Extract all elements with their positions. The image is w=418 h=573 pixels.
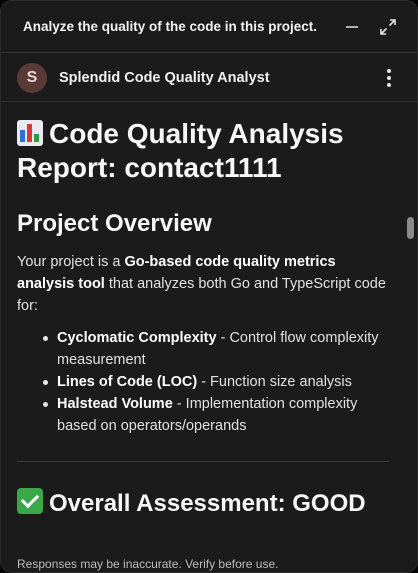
assessment-heading: Overall Assessment: GOOD xyxy=(17,488,389,519)
disclaimer-footer: Responses may be inaccurate. Verify befo… xyxy=(1,552,417,572)
divider xyxy=(17,461,389,462)
report-title-text: Code Quality Analysis Report: contact111… xyxy=(17,118,344,183)
scrollbar-thumb[interactable] xyxy=(407,217,414,239)
chat-panel: Analyze the quality of the code in this … xyxy=(0,0,418,573)
more-vertical-icon xyxy=(387,68,391,87)
expand-icon xyxy=(380,18,396,35)
more-options-button[interactable] xyxy=(379,66,399,90)
window-title: Analyze the quality of the code in this … xyxy=(23,19,318,34)
agent-name: Splendid Code Quality Analyst xyxy=(59,69,270,86)
list-item: Halstead Volume - Implementation complex… xyxy=(43,393,389,437)
minimize-icon xyxy=(346,25,358,28)
list-item: Cyclomatic Complexity - Control flow com… xyxy=(43,327,389,371)
title-bar: Analyze the quality of the code in this … xyxy=(1,1,417,53)
avatar[interactable]: S xyxy=(17,62,47,93)
overview-heading: Project Overview xyxy=(17,210,212,237)
agent-header: S Splendid Code Quality Analyst xyxy=(1,54,417,102)
metrics-list: Cyclomatic Complexity - Control flow com… xyxy=(17,327,389,437)
bar-chart-icon xyxy=(17,120,43,146)
report-title: Code Quality Analysis Report: contact111… xyxy=(17,117,389,185)
list-item: Lines of Code (LOC) - Function size anal… xyxy=(43,371,389,393)
message-content[interactable]: Code Quality Analysis Report: contact111… xyxy=(1,103,417,555)
check-mark-icon xyxy=(17,488,43,514)
minimize-button[interactable] xyxy=(341,16,363,38)
expand-button[interactable] xyxy=(377,16,399,38)
overview-intro: Your project is a Go-based code quality … xyxy=(17,254,386,314)
assessment-heading-text: Overall Assessment: GOOD xyxy=(49,490,366,517)
